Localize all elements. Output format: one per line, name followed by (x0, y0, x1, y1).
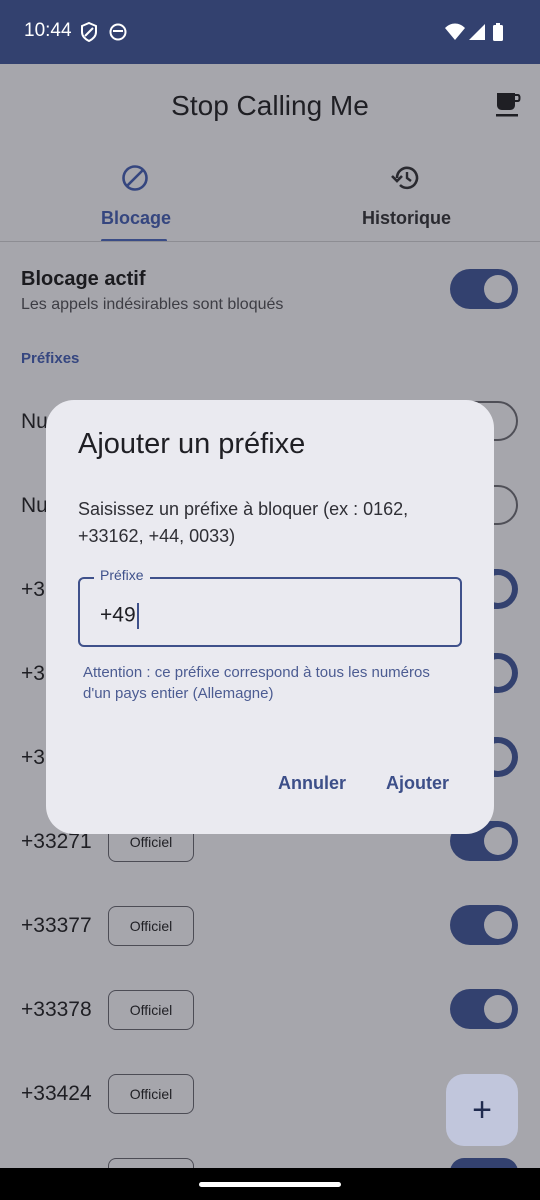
app-title: Stop Calling Me (171, 90, 369, 121)
switch-knob (484, 995, 512, 1023)
shield-icon (81, 22, 97, 42)
status-bar: 10:44 (0, 0, 540, 64)
official-badge: Officiel (108, 906, 194, 946)
official-badge: Officiel (108, 1074, 194, 1114)
prefix-number: +33377 (21, 914, 92, 937)
official-badge: Officiel (108, 990, 194, 1030)
tab-blocage-label: Blocage (101, 208, 172, 228)
add-prefix-dialog: Ajouter un préfixe Saisissez un préfixe … (46, 400, 494, 834)
prefix-number: +33424 (21, 1082, 92, 1105)
prefix-warning: Attention : ce préfixe correspond à tous… (83, 664, 430, 702)
blocking-subtitle: Les appels indésirables sont bloqués (21, 296, 284, 313)
blocking-switch[interactable] (450, 269, 518, 309)
switch-knob (484, 275, 512, 303)
switch-knob (484, 911, 512, 939)
prefix-number: Nu (21, 410, 48, 433)
switch-knob (484, 827, 512, 855)
cancel-button[interactable]: Annuler (278, 773, 346, 794)
prefix-input-label: Préfixe (94, 567, 150, 583)
wifi-icon (445, 23, 465, 40)
prefix-number: +3 (21, 578, 45, 601)
add-prefix-fab[interactable]: + (446, 1074, 518, 1146)
prefix-input-text: +49 (100, 603, 136, 627)
section-prefixes: Préfixes (21, 350, 80, 367)
battery-icon (493, 23, 503, 41)
prefix-number: Nu (21, 494, 48, 517)
prefix-switch[interactable] (450, 905, 518, 945)
add-button[interactable]: Ajouter (386, 773, 449, 794)
tab-historique-label: Historique (362, 208, 452, 228)
signal-icon (469, 24, 485, 40)
prefix-input[interactable]: Préfixe +49 (78, 567, 462, 647)
coffee-icon[interactable] (494, 90, 522, 118)
dialog-description: Saisissez un préfixe à bloquer (ex : 016… (78, 499, 409, 546)
history-icon (391, 166, 419, 190)
prefix-number: +3 (21, 662, 45, 685)
dialog-title: Ajouter un préfixe (78, 428, 306, 460)
status-time: 10:44 (24, 20, 72, 41)
notification-app-icon (109, 23, 127, 41)
prefix-number: +3 (21, 746, 45, 769)
blocking-title: Blocage actif (21, 268, 146, 290)
prefix-number: +33378 (21, 998, 92, 1021)
text-cursor (136, 603, 139, 629)
prefix-switch[interactable] (450, 989, 518, 1029)
tab-divider (0, 241, 540, 242)
prefix-input-value[interactable]: +49 (100, 603, 139, 629)
gesture-handle[interactable] (199, 1182, 341, 1187)
block-icon (122, 165, 148, 191)
